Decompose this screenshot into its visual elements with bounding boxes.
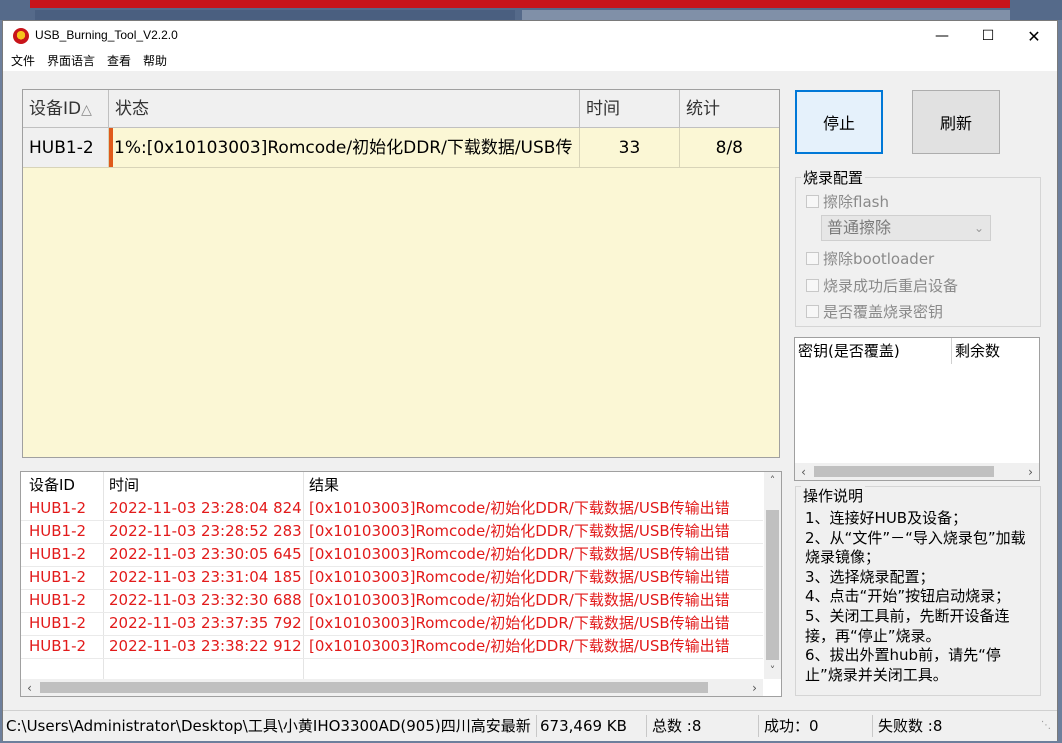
log-row[interactable]: HUB1-2 2022-11-03 23:38:22 912 [0x10103003… bbox=[21, 635, 763, 659]
status-size: 673,469 KB bbox=[540, 717, 627, 735]
erase-flash-checkbox[interactable]: 擦除flash bbox=[806, 191, 889, 212]
status-path: C:\Users\Administrator\Desktop\工具\小黄IHO3… bbox=[6, 717, 531, 735]
scroll-left-icon[interactable]: ‹ bbox=[795, 463, 812, 480]
stop-button[interactable]: 停止 bbox=[795, 90, 883, 154]
key-list[interactable]: 密钥(是否覆盖) 剩余数 ‹ › bbox=[794, 337, 1040, 481]
status-total: 总数 :8 bbox=[652, 717, 702, 735]
menu-language[interactable]: 界面语言 bbox=[41, 51, 101, 71]
col-header-key[interactable]: 密钥(是否覆盖) bbox=[795, 338, 952, 364]
status-fail: 失败数 :8 bbox=[878, 717, 943, 735]
resize-grip-icon[interactable]: ⋱ bbox=[1041, 719, 1051, 733]
col-header-time[interactable]: 时间 bbox=[580, 90, 680, 128]
device-status-cell[interactable]: 1%:[0x10103003]Romcode/初始化DDR/下载数据/USB传 bbox=[109, 128, 580, 168]
col-header-stats[interactable]: 统计 bbox=[680, 90, 779, 128]
status-success: 成功：0 bbox=[764, 717, 819, 735]
scroll-up-icon[interactable]: ˄ bbox=[764, 472, 781, 489]
col-header-device-id[interactable]: 设备ID△ bbox=[23, 90, 109, 128]
chevron-down-icon: ⌄ bbox=[973, 221, 984, 235]
log-col-header-result[interactable]: 结果 bbox=[309, 474, 339, 496]
result-log-list[interactable]: 设备ID 时间 结果 HUB1-2 2022-11-03 23:28:04 824… bbox=[20, 471, 782, 697]
title-bar: USB_Burning_Tool_V2.2.0 — ☐ ✕ bbox=[3, 21, 1057, 51]
menu-file[interactable]: 文件 bbox=[3, 51, 41, 71]
close-button[interactable]: ✕ bbox=[1011, 21, 1057, 51]
minimize-button[interactable]: — bbox=[919, 21, 965, 51]
log-row[interactable]: HUB1-2 2022-11-03 23:32:30 688 [0x10103003… bbox=[21, 589, 763, 613]
col-header-remaining[interactable]: 剩余数 bbox=[952, 338, 1039, 364]
progress-bar bbox=[109, 128, 113, 167]
log-row[interactable]: HUB1-2 2022-11-03 23:37:35 792 [0x10103003… bbox=[21, 612, 763, 636]
burn-config-title: 烧录配置 bbox=[801, 167, 866, 188]
maximize-button[interactable]: ☐ bbox=[965, 21, 1011, 51]
erase-mode-select[interactable]: 普通擦除 ⌄ bbox=[821, 215, 991, 241]
scroll-right-icon[interactable]: › bbox=[746, 679, 763, 696]
menu-bar: 文件 界面语言 查看 帮助 bbox=[3, 51, 1057, 71]
scroll-down-icon[interactable]: ˅ bbox=[764, 662, 781, 679]
overwrite-key-checkbox[interactable]: 是否覆盖烧录密钥 bbox=[806, 301, 943, 322]
log-row[interactable]: HUB1-2 2022-11-03 23:31:04 185 [0x10103003… bbox=[21, 566, 763, 590]
device-grid: 设备ID△ 状态 时间 统计 HUB1-2 1%:[0x10103003]Rom… bbox=[22, 89, 780, 458]
log-row[interactable]: HUB1-2 2022-11-03 23:30:05 645 [0x10103003… bbox=[21, 543, 763, 567]
scroll-right-icon[interactable]: › bbox=[1022, 463, 1039, 480]
erase-bootloader-checkbox[interactable]: 擦除bootloader bbox=[806, 248, 934, 269]
device-time-cell[interactable]: 33 bbox=[580, 128, 680, 168]
scroll-left-icon[interactable]: ‹ bbox=[21, 679, 38, 696]
log-row[interactable]: HUB1-2 2022-11-03 23:28:52 283 [0x10103003… bbox=[21, 520, 763, 544]
menu-help[interactable]: 帮助 bbox=[137, 51, 173, 71]
key-list-hscrollbar[interactable]: ‹ › bbox=[795, 463, 1039, 480]
device-id-cell[interactable]: HUB1-2 bbox=[23, 128, 109, 168]
log-vscrollbar[interactable]: ˄ ˅ bbox=[764, 472, 781, 679]
log-hscrollbar[interactable]: ‹ › bbox=[21, 679, 763, 696]
desktop-background bbox=[0, 0, 1062, 20]
reboot-after-checkbox[interactable]: 烧录成功后重启设备 bbox=[806, 275, 958, 296]
device-stats-cell[interactable]: 8/8 bbox=[680, 128, 779, 168]
log-col-header-id[interactable]: 设备ID bbox=[29, 474, 75, 496]
status-bar: C:\Users\Administrator\Desktop\工具\小黄IHO3… bbox=[3, 710, 1057, 741]
col-header-status[interactable]: 状态 bbox=[109, 90, 580, 128]
menu-view[interactable]: 查看 bbox=[101, 51, 137, 71]
help-title: 操作说明 bbox=[801, 485, 866, 506]
log-col-header-time[interactable]: 时间 bbox=[109, 474, 139, 496]
window-title: USB_Burning_Tool_V2.2.0 bbox=[35, 28, 178, 42]
sort-ascending-icon: △ bbox=[81, 102, 92, 118]
log-row[interactable]: HUB1-2 2022-11-03 23:28:04 824 [0x10103003… bbox=[21, 497, 763, 521]
app-logo-icon bbox=[13, 28, 29, 44]
help-text: 1、连接好HUB及设备； 2、从“文件”－“导入烧录包”加载烧录镜像； 3、选择… bbox=[805, 509, 1026, 684]
refresh-button[interactable]: 刷新 bbox=[912, 90, 1000, 154]
app-window: USB_Burning_Tool_V2.2.0 — ☐ ✕ 文件 界面语言 查看 帮助… bbox=[2, 20, 1058, 741]
